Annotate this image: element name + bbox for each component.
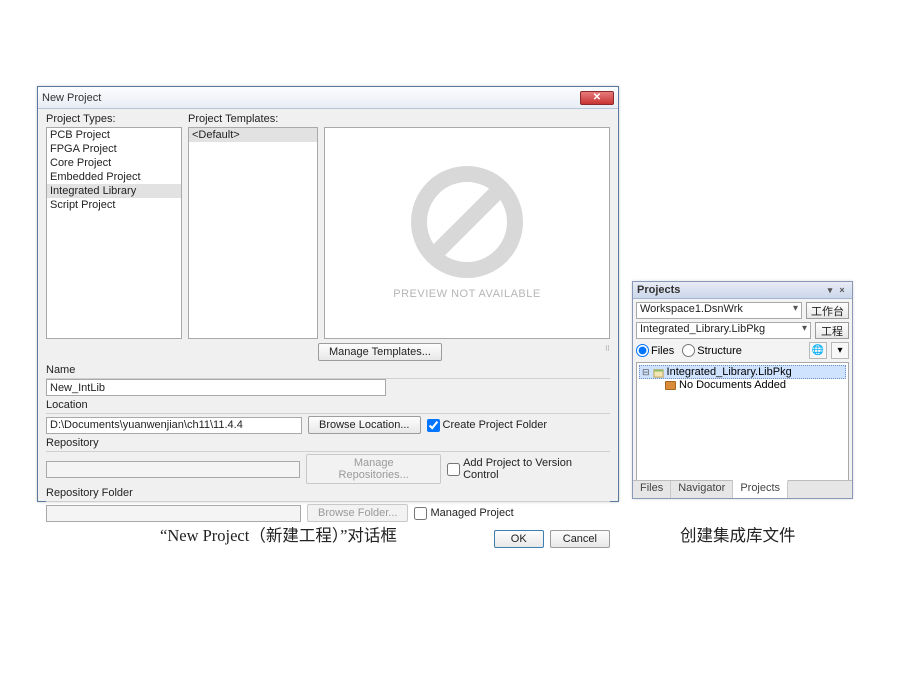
workspace-button[interactable]: 工作台 — [806, 302, 849, 319]
create-project-folder-label: Create Project Folder — [443, 419, 548, 431]
dialog-title: New Project — [42, 92, 101, 104]
type-item-core[interactable]: Core Project — [47, 156, 181, 170]
repository-folder-label: Repository Folder — [46, 487, 610, 499]
browse-location-button[interactable]: Browse Location... — [308, 416, 421, 434]
add-to-vc-label: Add Project to Version Control — [463, 457, 610, 481]
caption-left: “New Project（新建工程）”对话框 — [160, 522, 397, 546]
tree-child[interactable]: No Documents Added — [639, 379, 846, 391]
tree-root[interactable]: ⊟ Integrated_Library.LibPkg — [639, 365, 846, 379]
project-tree[interactable]: ⊟ Integrated_Library.LibPkg No Documents… — [636, 362, 849, 490]
view-structure-radio[interactable]: Structure — [682, 344, 742, 357]
type-item-integrated-library[interactable]: Integrated Library — [47, 184, 181, 198]
repository-folder-input — [46, 505, 301, 522]
toolbar-dropdown-icon[interactable]: ▾ — [831, 342, 849, 359]
project-combo[interactable]: Integrated_Library.LibPkg — [636, 322, 811, 339]
template-preview: PREVIEW NOT AVAILABLE — [324, 127, 610, 339]
template-item-default[interactable]: <Default> — [189, 128, 317, 142]
tree-root-label: Integrated_Library.LibPkg — [667, 366, 792, 378]
view-structure-label: Structure — [697, 345, 742, 357]
tree-child-label: No Documents Added — [679, 379, 786, 391]
type-item-embedded[interactable]: Embedded Project — [47, 170, 181, 184]
location-label: Location — [46, 399, 610, 411]
project-types-list[interactable]: PCB Project FPGA Project Core Project Em… — [46, 127, 182, 339]
project-button[interactable]: 工程 — [815, 322, 849, 339]
add-to-vc-checkbox[interactable]: Add Project to Version Control — [447, 457, 610, 481]
browse-folder-button: Browse Folder... — [307, 504, 408, 522]
resizer-icon: ⠿ — [605, 343, 610, 361]
location-input[interactable] — [46, 417, 302, 434]
dialog-body: Project Types: PCB Project FPGA Project … — [38, 109, 618, 554]
projects-panel: Projects ▾ × Workspace1.DsnWrk 工作台 Integ… — [632, 281, 853, 499]
titlebar[interactable]: New Project ✕ — [38, 87, 618, 109]
view-files-label: Files — [651, 345, 674, 357]
managed-project-input[interactable] — [414, 507, 427, 520]
name-label: Name — [46, 364, 610, 376]
tab-navigator[interactable]: Navigator — [671, 481, 733, 498]
project-templates-label: Project Templates: — [188, 113, 318, 125]
refresh-icon[interactable]: 🌐 — [809, 342, 827, 359]
add-to-vc-input[interactable] — [447, 463, 460, 476]
cancel-button[interactable]: Cancel — [550, 530, 610, 548]
folder-icon — [665, 381, 676, 390]
create-project-folder-input[interactable] — [427, 419, 440, 432]
preview-spacer — [324, 113, 610, 125]
panel-tabs: Files Navigator Projects — [633, 480, 852, 498]
tab-files[interactable]: Files — [633, 481, 671, 498]
repository-label: Repository — [46, 437, 610, 449]
pin-icon[interactable]: ▾ — [824, 284, 836, 296]
new-project-dialog: New Project ✕ Project Types: PCB Project… — [37, 86, 619, 502]
create-project-folder-checkbox[interactable]: Create Project Folder — [427, 419, 548, 432]
managed-project-checkbox[interactable]: Managed Project — [414, 507, 513, 520]
panel-close-icon[interactable]: × — [836, 284, 848, 296]
type-item-pcb[interactable]: PCB Project — [47, 128, 181, 142]
caption-right: 创建集成库文件 — [680, 522, 796, 546]
panel-titlebar[interactable]: Projects ▾ × — [633, 282, 852, 299]
manage-templates-button[interactable]: Manage Templates... — [318, 343, 442, 361]
managed-project-label: Managed Project — [430, 507, 513, 519]
no-preview-icon — [411, 166, 523, 278]
ok-button[interactable]: OK — [494, 530, 544, 548]
type-item-script[interactable]: Script Project — [47, 198, 181, 212]
preview-not-available-text: PREVIEW NOT AVAILABLE — [393, 288, 540, 300]
view-files-input[interactable] — [636, 344, 649, 357]
templates-list[interactable]: <Default> — [188, 127, 318, 339]
panel-content: Workspace1.DsnWrk 工作台 Integrated_Library… — [633, 299, 852, 493]
package-icon — [653, 367, 664, 378]
repository-input — [46, 461, 300, 478]
name-input[interactable] — [46, 379, 386, 396]
view-files-radio[interactable]: Files — [636, 344, 674, 357]
view-structure-input[interactable] — [682, 344, 695, 357]
manage-repositories-button: Manage Repositories... — [306, 454, 441, 484]
panel-title-text: Projects — [637, 284, 680, 296]
type-item-fpga[interactable]: FPGA Project — [47, 142, 181, 156]
project-types-label: Project Types: — [46, 113, 182, 125]
tab-projects[interactable]: Projects — [733, 480, 788, 498]
expander-icon[interactable]: ⊟ — [642, 367, 650, 378]
workspace-combo[interactable]: Workspace1.DsnWrk — [636, 302, 802, 319]
close-button[interactable]: ✕ — [580, 91, 614, 105]
